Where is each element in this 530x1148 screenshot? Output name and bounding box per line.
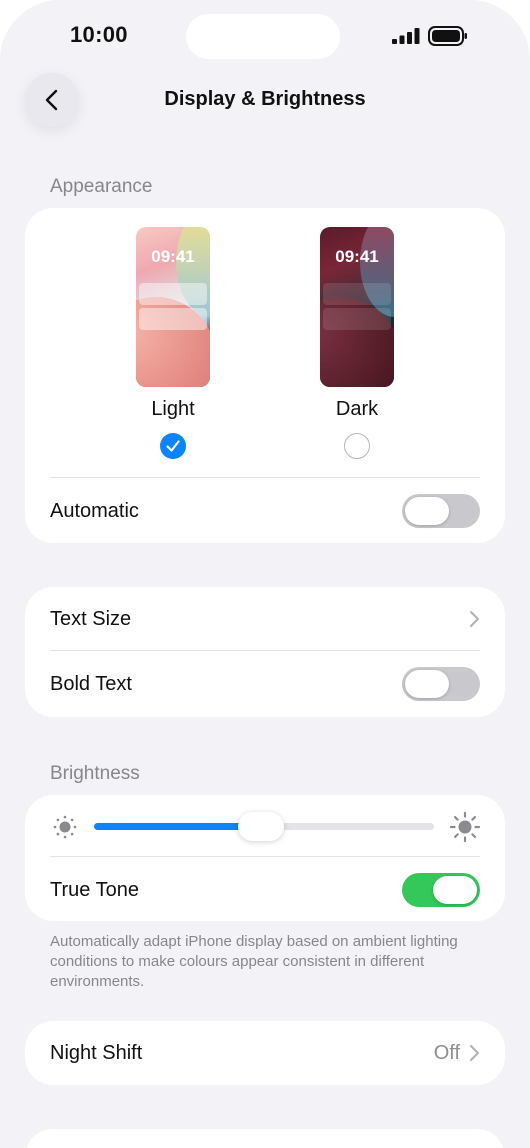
text-settings-card: Text Size Bold Text — [25, 587, 505, 717]
text-size-label: Text Size — [50, 607, 132, 630]
brightness-slider-track[interactable] — [94, 812, 434, 841]
brightness-slider-fill — [94, 823, 261, 830]
brightness-slider-thumb[interactable] — [238, 812, 284, 841]
true-tone-footnote: Automatically adapt iPhone display based… — [50, 933, 458, 990]
dark-preview-widget — [323, 308, 391, 330]
screen: 10:00 Display & Brightness Appearance 09… — [0, 0, 530, 1148]
light-preview-time: 09:41 — [151, 247, 195, 266]
dynamic-island — [186, 14, 340, 59]
status-time: 10:00 — [70, 22, 128, 47]
true-tone-row: True Tone — [50, 872, 480, 908]
dark-preview-time: 09:41 — [335, 247, 379, 266]
dark-mode-preview[interactable]: 09:41 — [320, 227, 394, 387]
bold-text-label: Bold Text — [50, 672, 132, 695]
checkmark-icon — [166, 440, 180, 452]
night-shift-card: Night Shift Off — [25, 1021, 505, 1085]
dark-mode-label: Dark — [335, 398, 379, 420]
night-shift-value: Off — [433, 1041, 460, 1064]
chevron-right-icon — [470, 1045, 479, 1061]
toggle-knob — [405, 670, 449, 698]
light-mode-label: Light — [151, 398, 195, 420]
divider — [50, 856, 480, 857]
divider — [50, 650, 480, 651]
night-shift-label: Night Shift — [50, 1041, 143, 1064]
sun-large-icon — [449, 811, 481, 843]
light-preview-widget — [139, 283, 207, 305]
bold-text-row: Bold Text — [50, 666, 480, 702]
divider — [50, 477, 480, 478]
cellular-signal-icon — [392, 28, 420, 44]
light-preview-widget — [139, 308, 207, 330]
automatic-row: Automatic — [50, 493, 480, 529]
night-shift-value-group: Off — [434, 1042, 480, 1065]
next-settings-card — [25, 1129, 505, 1148]
text-size-row[interactable]: Text Size — [50, 601, 480, 637]
appearance-card: 09:41 Light 09:41 Dark Automatic — [25, 208, 505, 543]
dark-mode-radio[interactable] — [344, 433, 370, 459]
page-title: Display & Brightness — [164, 88, 366, 110]
night-shift-row[interactable]: Night Shift Off — [50, 1035, 480, 1071]
true-tone-toggle[interactable] — [402, 873, 480, 907]
sun-small-icon — [53, 815, 77, 839]
toggle-knob — [405, 497, 449, 525]
automatic-label: Automatic — [50, 499, 139, 522]
battery-icon — [428, 26, 467, 46]
brightness-section-label: Brightness — [50, 763, 140, 784]
light-mode-radio[interactable] — [160, 433, 186, 459]
toggle-knob — [433, 876, 477, 904]
bold-text-toggle[interactable] — [402, 667, 480, 701]
light-mode-preview[interactable]: 09:41 — [136, 227, 210, 387]
dark-preview-widget — [323, 283, 391, 305]
automatic-toggle[interactable] — [402, 494, 480, 528]
chevron-right-icon — [470, 611, 479, 627]
appearance-section-label: Appearance — [50, 176, 153, 197]
brightness-card: True Tone — [25, 795, 505, 921]
true-tone-label: True Tone — [50, 878, 139, 901]
